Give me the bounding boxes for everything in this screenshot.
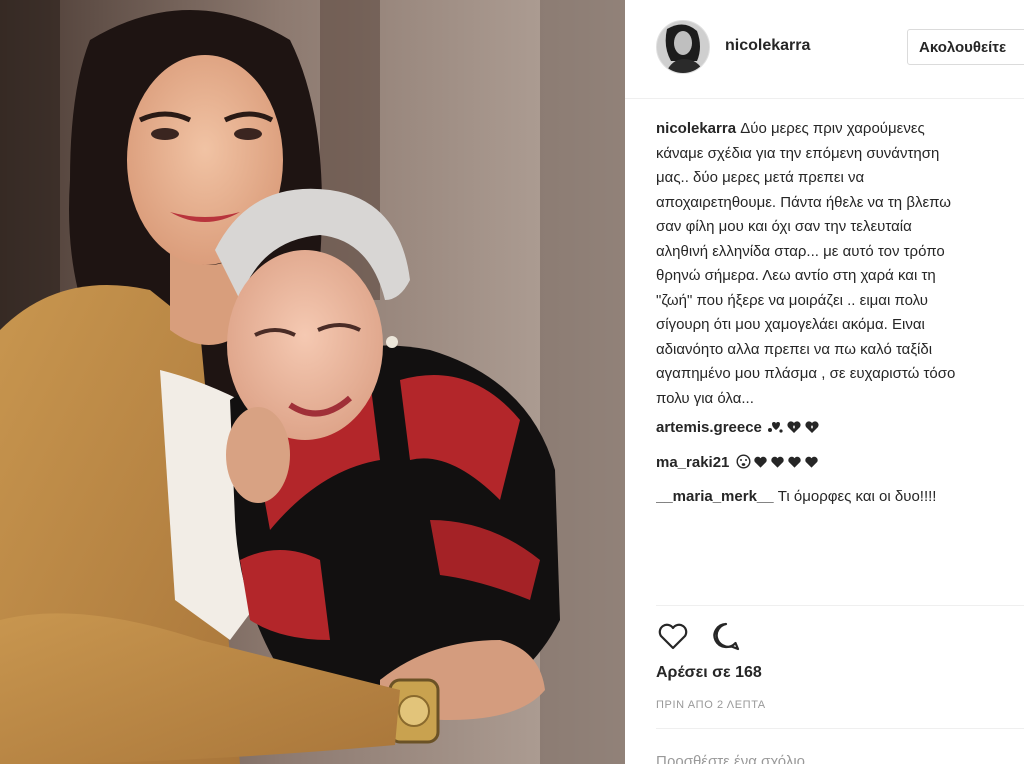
caption-line: "ζωή" που ήξερε να μοιράζει .. ειμαι πολ… [656,291,928,309]
caption-line: μας.. δύο μερες μετά πρεπει να [656,169,865,186]
comment-item: __maria_merk__ Τι όμορφες και οι δυο!!!! [656,485,1024,510]
post-photo[interactable] [0,0,625,764]
heart-sparkle-icon [804,418,820,443]
heart-cluster-icon [768,418,784,443]
post-header: nicolekarra Ακολουθείτε [625,0,1024,99]
comment-item: ma_raki21 [656,451,1024,478]
avatar-image [657,21,709,73]
caption-line: θρηνώ σήμερα. Λεω αντίο στη χαρά και τη [656,267,936,284]
heart-outline-icon[interactable] [656,620,690,657]
black-heart-icon [770,453,785,478]
follow-button[interactable]: Ακολουθείτε [907,29,1024,65]
actions-divider [656,605,1024,606]
caption-author-username[interactable]: nicolekarra [656,120,736,137]
caption-line: κάναμε σχέδια για την επόμενη συνάντηση [656,144,940,162]
post-timestamp[interactable]: ΠΡΙΝ ΑΠΟ 2 ΛΕΠΤΑ [656,699,766,711]
crying-face-icon [736,453,751,478]
caption-line: αποχαιρετηθουμε. Πάντα ήθελε να τη βλεπω [656,193,951,211]
comment-item: artemis.greece [656,416,1024,443]
avatar[interactable] [656,20,710,74]
post-author-username[interactable]: nicolekarra [725,37,810,55]
comment-username[interactable]: artemis.greece [656,419,762,436]
post-sidebar: nicolekarra Ακολουθείτε nicolekarra Δύο … [625,0,1024,764]
comment-bubble-icon[interactable] [709,620,743,657]
comment-list: nicolekarra Δύο μερες πριν χαρούμενες κά… [656,117,1024,597]
caption-line: πολυ για όλα... [656,389,754,407]
comment-text: Τι όμορφες και οι δυο!!!! [777,488,937,505]
caption-line: Δύο μερες πριν χαρούμενες [740,120,925,137]
caption-line: σαν φίλη μου και όχι σαν την τελευταία [656,218,912,235]
likes-count[interactable]: Αρέσει σε 168 [656,664,762,682]
comment-username[interactable]: __maria_merk__ [656,488,774,505]
black-heart-icon [753,453,768,478]
comment-username[interactable]: ma_raki21 [656,454,729,471]
caption-line: αληθινή ελληνίδα σταρ... με αυτό τον τρό… [656,242,945,260]
add-comment-input[interactable] [656,746,1024,764]
black-heart-icon [804,453,819,478]
post-caption: nicolekarra Δύο μερες πριν χαρούμενες κά… [656,117,1024,411]
caption-line: σίγουρη ότι μου χαμογελάει ακόμα. Ειναι [656,316,925,333]
caption-line: αγαπημένο μου πλάσμα , σε ευχαριστώ τόσο [656,365,956,382]
post-photo-image [0,0,625,764]
comment-input-divider [656,728,1024,729]
black-heart-icon [787,453,802,478]
caption-line: αδιανόητο αλλα πρεπει να πω καλό ταξίδι [656,340,933,358]
heart-sparkle-icon [786,418,802,443]
